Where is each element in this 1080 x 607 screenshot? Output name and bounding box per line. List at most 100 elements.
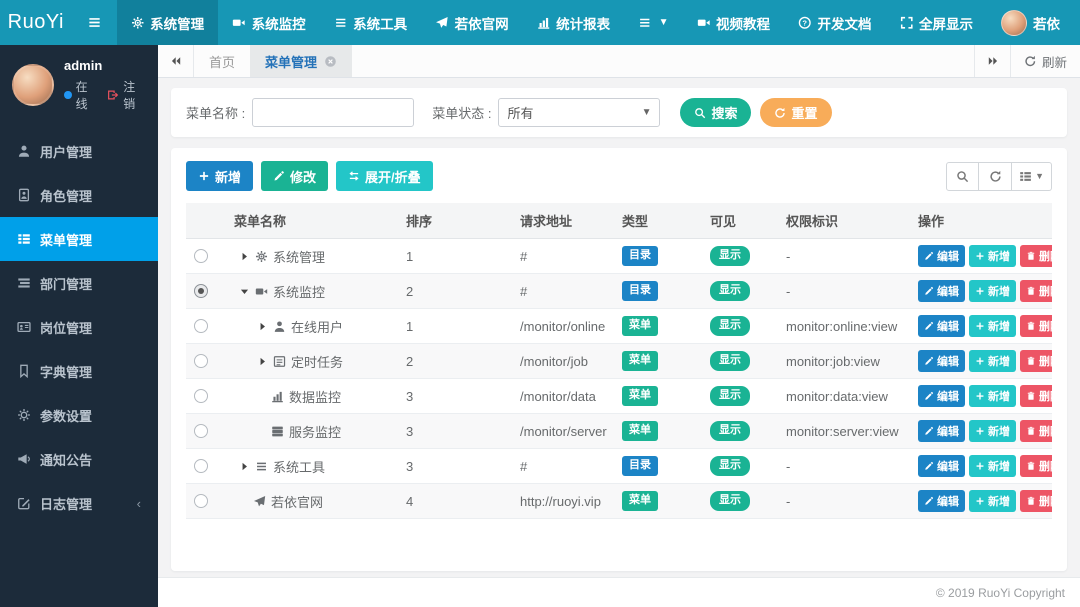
topnav-item-system-manage[interactable]: 系统管理	[117, 0, 219, 45]
perms-cell: monitor:server:view	[778, 414, 910, 449]
row-add-button[interactable]: 新增	[969, 455, 1016, 477]
row-radio[interactable]	[194, 319, 208, 333]
row-radio[interactable]	[194, 284, 208, 298]
type-cell: 菜单	[614, 379, 702, 414]
user-avatar[interactable]	[12, 64, 54, 106]
sidebar-item-dict-manage[interactable]: 字典管理	[0, 349, 158, 393]
column-header-select	[186, 203, 226, 239]
row-radio[interactable]	[194, 459, 208, 473]
table-row: 在线用户1/monitor/online菜单显示monitor:online:v…	[186, 309, 1052, 344]
table-columns-button[interactable]: ▼	[1012, 162, 1052, 191]
page-content: 菜单名称 : 菜单状态 : 所有 ▼ 搜索 重置	[158, 78, 1080, 577]
actions-cell: 编辑 新增删除	[910, 239, 1052, 274]
row-add-button[interactable]: 新增	[969, 490, 1016, 512]
row-radio[interactable]	[194, 424, 208, 438]
sidebar-item-dept-manage[interactable]: 部门管理	[0, 261, 158, 305]
row-delete-button[interactable]: 删除	[1020, 315, 1052, 337]
row-add-button[interactable]: 新增	[969, 350, 1016, 372]
row-radio[interactable]	[194, 494, 208, 508]
table-search-toggle-button[interactable]	[946, 162, 979, 191]
sidebar-item-post-manage[interactable]: 岗位管理	[0, 305, 158, 349]
topnav-item-fullscreen[interactable]: 全屏显示	[886, 0, 988, 45]
caret-right-icon[interactable]	[239, 251, 250, 262]
row-delete-button[interactable]: 删除	[1020, 490, 1052, 512]
logout-link[interactable]: 注销	[123, 78, 146, 112]
url-cell: #	[512, 239, 614, 274]
topnav-item-more-menu[interactable]: ▼	[624, 0, 682, 45]
tab-refresh-button[interactable]: 刷新	[1010, 45, 1080, 77]
table-refresh-button[interactable]	[979, 162, 1012, 191]
row-delete-button[interactable]: 删除	[1020, 245, 1052, 267]
topnav-item-profile[interactable]: 若依	[987, 0, 1074, 45]
reset-button[interactable]: 重置	[760, 98, 831, 127]
row-delete-button[interactable]: 删除	[1020, 455, 1052, 477]
sidebar-item-param-settings[interactable]: 参数设置	[0, 393, 158, 437]
type-badge: 菜单	[622, 386, 658, 405]
row-edit-button[interactable]: 编辑	[918, 420, 965, 442]
row-radio[interactable]	[194, 354, 208, 368]
type-cell: 菜单	[614, 484, 702, 519]
gearo-icon	[17, 408, 31, 422]
caret-right-icon[interactable]	[257, 356, 268, 367]
tab-current[interactable]: 菜单管理	[250, 45, 352, 77]
row-add-button[interactable]: 新增	[969, 280, 1016, 302]
topnav-item-video-tutorial[interactable]: 视频教程	[683, 0, 785, 45]
row-radio[interactable]	[194, 249, 208, 263]
topnav-item-ruoyi-site[interactable]: 若依官网	[421, 0, 523, 45]
sidebar-item-role-manage[interactable]: 角色管理	[0, 173, 158, 217]
row-edit-button[interactable]: 编辑	[918, 280, 965, 302]
sidebar-toggle[interactable]	[72, 0, 117, 45]
topnav-item-system-tools[interactable]: 系统工具	[320, 0, 422, 45]
caret-right-icon[interactable]	[257, 321, 268, 332]
row-edit-button[interactable]: 编辑	[918, 245, 965, 267]
actions-cell: 编辑新增删除	[910, 414, 1052, 449]
row-edit-button[interactable]: 编辑	[918, 350, 965, 372]
tabs-scroll-left-button[interactable]	[158, 45, 194, 77]
trash-icon	[1026, 321, 1036, 331]
refresh-icon	[1024, 55, 1037, 68]
visible-cell: 显示	[702, 239, 778, 274]
row-radio[interactable]	[194, 389, 208, 403]
row-action-label: 新增	[988, 248, 1010, 264]
row-add-button[interactable]: 新增	[969, 245, 1016, 267]
table-header-row: 菜单名称排序请求地址类型可见权限标识操作	[186, 203, 1052, 239]
menu-name-input[interactable]	[252, 98, 414, 127]
search-button[interactable]: 搜索	[680, 98, 751, 127]
menu-name-text: 数据监控	[289, 387, 341, 406]
row-edit-button[interactable]: 编辑	[918, 315, 965, 337]
expand-collapse-button[interactable]: 展开/折叠	[336, 161, 433, 191]
table-row: 系统监控2#目录显示-编辑新增删除	[186, 274, 1052, 309]
pencil-icon	[924, 461, 934, 471]
type-badge: 菜单	[622, 421, 658, 440]
add-button[interactable]: 新增	[186, 161, 253, 191]
row-edit-button[interactable]: 编辑	[918, 455, 965, 477]
menu-name-label: 菜单名称 :	[186, 103, 245, 122]
column-header: 权限标识	[778, 203, 910, 239]
row-add-button[interactable]: 新增	[969, 315, 1016, 337]
row-edit-button[interactable]: 编辑	[918, 490, 965, 512]
tab-home[interactable]: 首页	[194, 45, 250, 77]
row-add-button[interactable]: 新增	[969, 385, 1016, 407]
topnav-item-system-monitor[interactable]: 系统监控	[218, 0, 320, 45]
sidebar-item-menu-manage[interactable]: 菜单管理	[0, 217, 158, 261]
topnav-item-stats-report[interactable]: 统计报表	[523, 0, 625, 45]
brand-logo[interactable]: RuoYi	[0, 0, 72, 45]
row-delete-button[interactable]: 删除	[1020, 350, 1052, 372]
sidebar-item-notice-manage[interactable]: 通知公告	[0, 437, 158, 481]
row-action-label: 新增	[988, 493, 1010, 509]
sidebar-item-user-manage[interactable]: 用户管理	[0, 129, 158, 173]
edit-button[interactable]: 修改	[261, 161, 328, 191]
row-add-button[interactable]: 新增	[969, 420, 1016, 442]
tabs-scroll-right-button[interactable]	[974, 45, 1010, 77]
sidebar-item-log-manage[interactable]: 日志管理‹	[0, 481, 158, 525]
expand-icon	[900, 16, 914, 30]
caret-down-icon[interactable]	[239, 286, 250, 297]
row-edit-button[interactable]: 编辑	[918, 385, 965, 407]
row-delete-button[interactable]: 删除	[1020, 385, 1052, 407]
topnav-item-dev-docs[interactable]: ?开发文档	[784, 0, 886, 45]
row-delete-button[interactable]: 删除	[1020, 420, 1052, 442]
row-select-cell	[186, 239, 226, 274]
menu-status-select[interactable]: 所有 ▼	[498, 98, 660, 127]
row-delete-button[interactable]: 删除	[1020, 280, 1052, 302]
caret-right-icon[interactable]	[239, 461, 250, 472]
